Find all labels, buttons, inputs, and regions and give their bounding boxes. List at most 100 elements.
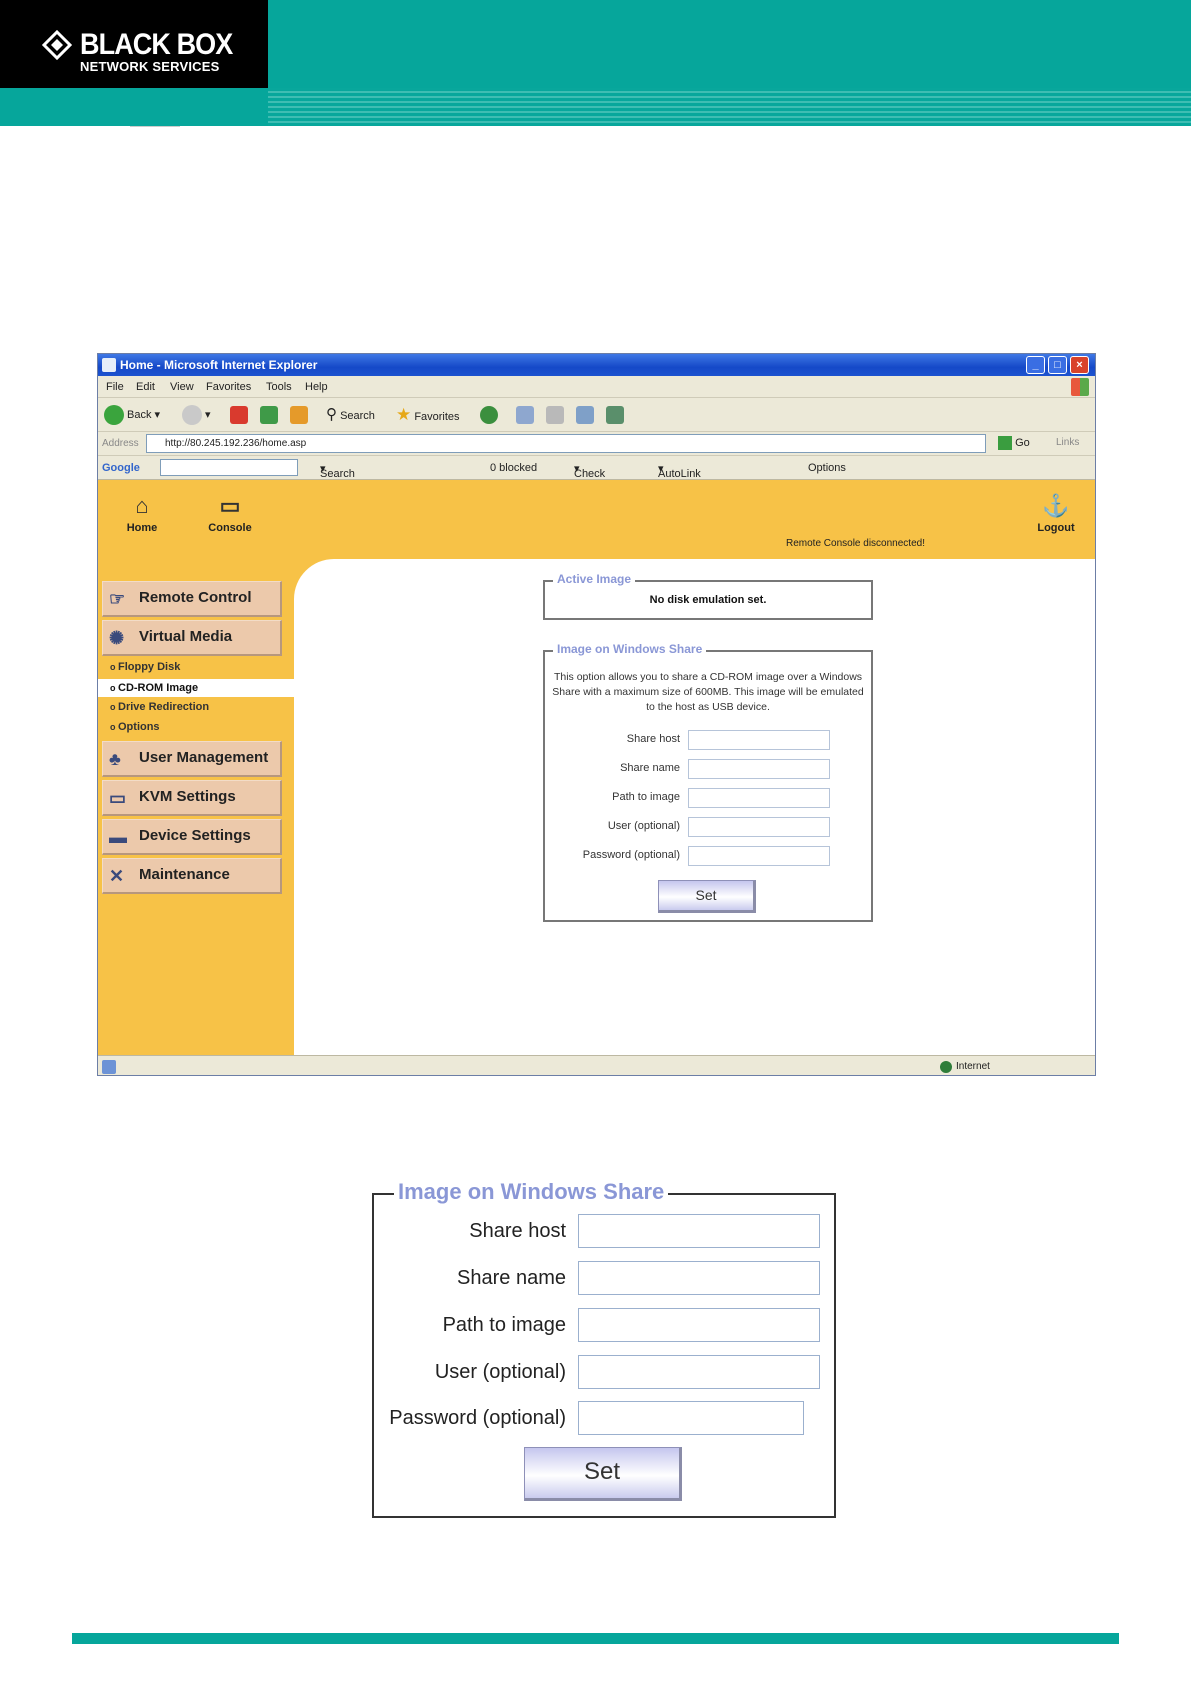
options-button[interactable]: Options [808,462,846,474]
sidebar-item-device-settings[interactable]: ▬ Device Settings [102,819,282,855]
zoomed-share-host-field[interactable] [578,1214,820,1248]
go-button[interactable]: Go [998,436,1030,450]
zoomed-share-name-field[interactable] [578,1261,820,1295]
path-to-image-label: Path to image [612,791,680,803]
links-button[interactable]: Links [1056,437,1079,448]
zoomed-path-field[interactable] [578,1308,820,1342]
go-label: Go [1015,436,1030,449]
forward-button[interactable]: ▾ [182,404,211,426]
active-image-panel: Active Image No disk emulation set. [543,572,873,620]
search-button[interactable]: ⚲ Search [326,404,375,426]
menu-tools[interactable]: Tools [266,381,292,393]
path-to-image-field[interactable] [688,788,830,808]
maximize-button[interactable]: □ [1048,356,1067,374]
menu-view[interactable]: View [170,381,194,393]
edit-icon[interactable] [576,406,594,424]
minimize-button[interactable]: _ [1026,356,1045,374]
search-label: Search [340,410,375,422]
check-button[interactable]: Check ▾ [574,462,605,480]
sidebar-item-label: User Management [139,749,269,766]
address-input[interactable]: http://80.245.192.236/home.asp [146,434,986,453]
home-icon[interactable] [290,406,308,424]
menu-edit[interactable]: Edit [136,381,155,393]
search-icon: ⚲ [326,406,337,423]
windows-share-description: This option allows you to share a CD-ROM… [552,671,864,713]
back-label: Back [127,409,152,421]
sidebar-item-virtual-media[interactable]: ✺ Virtual Media [102,620,282,656]
house-icon: ⌂ [135,493,149,518]
popup-blocked-counter[interactable]: 0 blocked [490,462,537,474]
menu-file[interactable]: File [106,381,124,393]
nav-home-label: Home [126,522,158,534]
sidebar-item-label: KVM Settings [139,788,236,805]
zoomed-path-label: Path to image [442,1314,566,1336]
close-button[interactable]: × [1070,356,1089,374]
sidebar-item-label: Maintenance [139,866,230,883]
logout-icon: ⚓ [1042,493,1070,518]
windows-share-legend: Image on Windows Share [553,642,707,656]
sidebar-item-kvm-settings[interactable]: ▭ KVM Settings [102,780,282,816]
zoomed-set-button[interactable]: Set [524,1447,682,1501]
title-bar: Home - Microsoft Internet Explorer _ □ × [98,354,1095,376]
favorites-button[interactable]: ★ Favorites [396,404,460,426]
password-field[interactable] [688,846,830,866]
nav-home[interactable]: ⌂ Home [112,493,172,535]
user-field[interactable] [688,817,830,837]
sidebar: ☞ Remote Control ✺ Virtual Media Floppy … [98,559,294,1055]
menu-favorites[interactable]: Favorites [206,381,251,393]
windows-flag-icon [1071,378,1089,396]
zoomed-user-field[interactable] [578,1355,820,1389]
submenu-drive-redirection[interactable]: Drive Redirection [110,701,209,713]
nav-console[interactable]: ▭ Console [200,494,260,535]
active-image-status: No disk emulation set. [649,594,767,606]
set-button[interactable]: Set [658,880,756,913]
sidebar-item-maintenance[interactable]: ✕ Maintenance [102,858,282,894]
device-settings-icon: ▬ [109,827,127,847]
logo-diamond-icon [42,30,72,60]
menu-help[interactable]: Help [305,381,328,393]
submenu-options[interactable]: Options [110,721,160,733]
check-label: Check [574,468,606,480]
autolink-button[interactable]: AutoLink ▾ [658,462,701,480]
zoomed-legend: Image on Windows Share [394,1179,669,1205]
stop-icon[interactable] [230,406,248,424]
google-search-label: Search [320,468,355,480]
sidebar-item-remote-control[interactable]: ☞ Remote Control [102,581,282,617]
address-bar: Address http://80.245.192.236/home.asp G… [98,432,1095,456]
google-toolbar: Google Search ▾ 0 blocked Check ▾ AutoLi… [98,456,1095,480]
sidebar-item-user-management[interactable]: ♣ User Management [102,741,282,777]
security-zone: Internet [956,1061,990,1072]
globe-icon [940,1061,952,1073]
manual-header-stub [0,88,268,126]
sidebar-item-label: Remote Control [139,589,252,606]
submenu-floppy-disk[interactable]: Floppy Disk [110,661,180,673]
sidebar-item-label: Device Settings [139,827,251,844]
manual-header-stripes [268,88,1191,126]
page-icon [102,1060,116,1074]
nav-logout-label: Logout [1037,522,1075,534]
brand-logo: BLACK BOX NETWORK SERVICES [0,0,268,88]
mail-icon[interactable] [516,406,534,424]
virtual-media-icon: ✺ [109,628,125,648]
zoomed-share-name-label: Share name [457,1267,566,1289]
print-icon[interactable] [546,406,564,424]
back-button[interactable]: Back ▾ [104,404,160,426]
share-name-field[interactable] [688,759,830,779]
active-image-legend: Active Image [553,572,636,586]
zoomed-password-field[interactable] [578,1401,804,1435]
nav-logout[interactable]: ⚓ Logout [1026,493,1086,535]
google-search-button[interactable]: Search ▾ [320,462,355,480]
submenu-cd-rom-image[interactable]: CD-ROM Image [98,679,294,697]
refresh-icon[interactable] [260,406,278,424]
logo-main-text: BLACK BOX [80,28,233,61]
kvm-settings-icon: ▭ [109,788,127,808]
history-icon[interactable] [480,406,498,424]
share-host-field[interactable] [688,730,830,750]
go-arrow-icon [998,436,1012,450]
share-name-label: Share name [620,762,680,774]
messenger-icon[interactable] [606,406,624,424]
forward-arrow-icon [182,405,202,426]
google-search-input[interactable] [160,459,298,476]
logo-sub-text: NETWORK SERVICES [80,59,220,74]
browser-toolbar: Back ▾ ▾ ⚲ Search ★ Favorites [98,398,1095,432]
